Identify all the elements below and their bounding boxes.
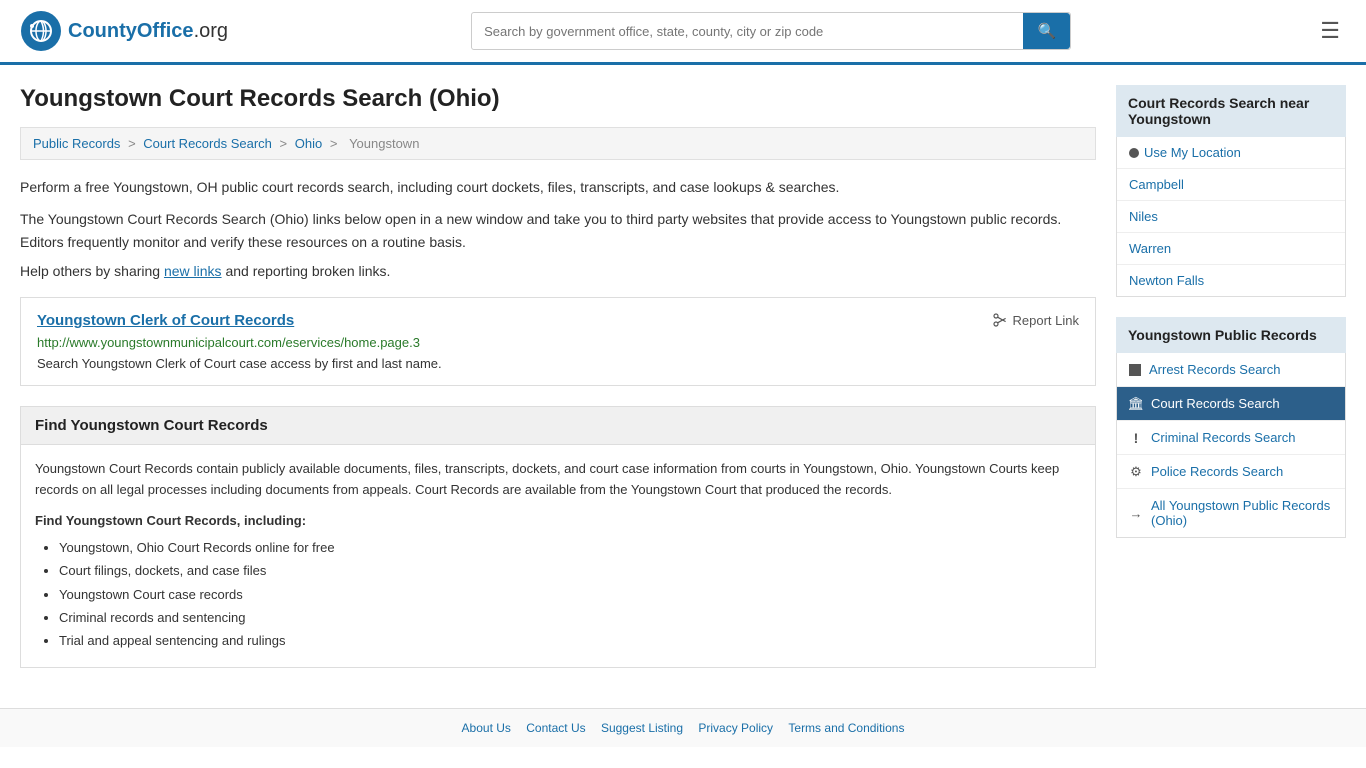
arrest-records-item[interactable]: Arrest Records Search: [1117, 353, 1345, 387]
arrow-icon: →: [1129, 506, 1143, 520]
new-links-link[interactable]: new links: [164, 263, 222, 279]
clerk-description: Search Youngstown Clerk of Court case ac…: [37, 356, 1079, 371]
breadcrumb-sep1: >: [128, 136, 139, 151]
newton-falls-link[interactable]: Newton Falls: [1129, 273, 1204, 288]
nearby-list: Use My Location Campbell Niles Warren Ne…: [1116, 137, 1346, 297]
public-records-title: Youngstown Public Records: [1116, 317, 1346, 353]
find-list: Youngstown, Ohio Court Records online fo…: [35, 536, 1081, 653]
use-location-link[interactable]: Use My Location: [1144, 145, 1241, 160]
nearby-city-newton-falls: Newton Falls: [1117, 265, 1345, 296]
breadcrumb-youngstown: Youngstown: [349, 136, 419, 151]
link-card-header: Youngstown Clerk of Court Records Report…: [37, 312, 1079, 329]
logo-text[interactable]: CountyOffice.org: [68, 20, 228, 43]
police-records-item[interactable]: ⚙ Police Records Search: [1117, 455, 1345, 489]
hamburger-menu-icon[interactable]: ☰: [1314, 12, 1346, 50]
find-including-header: Find Youngstown Court Records, including…: [35, 513, 1081, 528]
header: CountyOffice.org 🔍 ☰: [0, 0, 1366, 65]
footer-contact[interactable]: Contact Us: [526, 721, 585, 735]
list-item: Youngstown Court case records: [59, 583, 1081, 606]
campbell-link[interactable]: Campbell: [1129, 177, 1184, 192]
find-section: Find Youngstown Court Records Youngstown…: [20, 406, 1096, 668]
nearby-title: Court Records Search near Youngstown: [1116, 85, 1346, 137]
search-input[interactable]: [472, 16, 1023, 47]
breadcrumb-ohio[interactable]: Ohio: [295, 136, 322, 151]
public-records-list: Arrest Records Search 🏛 Court Records Se…: [1116, 353, 1346, 538]
breadcrumb-sep2: >: [280, 136, 291, 151]
logo-icon: [20, 10, 62, 52]
gear-icon: ⚙: [1129, 465, 1143, 479]
criminal-records-item[interactable]: ! Criminal Records Search: [1117, 421, 1345, 455]
niles-link[interactable]: Niles: [1129, 209, 1158, 224]
breadcrumb-court-records-search[interactable]: Court Records Search: [143, 136, 272, 151]
nearby-section: Court Records Search near Youngstown Use…: [1116, 85, 1346, 297]
intro-text: Perform a free Youngstown, OH public cou…: [20, 176, 1096, 198]
building-icon: 🏛: [1129, 397, 1143, 411]
list-item: Youngstown, Ohio Court Records online fo…: [59, 536, 1081, 559]
breadcrumb-public-records[interactable]: Public Records: [33, 136, 120, 151]
nearby-city-niles: Niles: [1117, 201, 1345, 233]
main-container: Youngstown Court Records Search (Ohio) P…: [0, 65, 1366, 708]
public-records-section: Youngstown Public Records Arrest Records…: [1116, 317, 1346, 538]
content-area: Youngstown Court Records Search (Ohio) P…: [20, 85, 1096, 688]
all-public-records-item[interactable]: → All Youngstown Public Records (Ohio): [1117, 489, 1345, 537]
warren-link[interactable]: Warren: [1129, 241, 1171, 256]
search-input-wrapper: 🔍: [471, 12, 1071, 50]
square-icon: [1129, 364, 1141, 376]
footer-suggest[interactable]: Suggest Listing: [601, 721, 683, 735]
footer-privacy[interactable]: Privacy Policy: [698, 721, 773, 735]
search-icon: 🔍: [1037, 23, 1056, 40]
criminal-records-link[interactable]: Criminal Records Search: [1151, 430, 1296, 445]
third-party-text: The Youngstown Court Records Search (Ohi…: [20, 208, 1096, 253]
sidebar: Court Records Search near Youngstown Use…: [1116, 85, 1346, 688]
clerk-url[interactable]: http://www.youngstownmunicipalcourt.com/…: [37, 335, 1079, 350]
report-link-label: Report Link: [1013, 313, 1079, 328]
exclamation-icon: !: [1129, 431, 1143, 445]
page-title: Youngstown Court Records Search (Ohio): [20, 85, 1096, 113]
nearby-city-campbell: Campbell: [1117, 169, 1345, 201]
list-item: Court filings, dockets, and case files: [59, 559, 1081, 582]
court-records-link[interactable]: Court Records Search: [1151, 396, 1280, 411]
footer: About Us Contact Us Suggest Listing Priv…: [0, 708, 1366, 747]
list-item: Criminal records and sentencing: [59, 606, 1081, 629]
breadcrumb: Public Records > Court Records Search > …: [20, 127, 1096, 160]
find-header: Find Youngstown Court Records: [21, 407, 1095, 445]
footer-terms[interactable]: Terms and Conditions: [788, 721, 904, 735]
link-card: Youngstown Clerk of Court Records Report…: [20, 297, 1096, 386]
search-area: 🔍: [471, 12, 1071, 50]
help-text: Help others by sharing new links and rep…: [20, 263, 1096, 279]
scissor-icon: [992, 312, 1008, 328]
logo-area: CountyOffice.org: [20, 10, 228, 52]
nearby-city-warren: Warren: [1117, 233, 1345, 265]
all-public-records-link[interactable]: All Youngstown Public Records (Ohio): [1151, 498, 1333, 528]
breadcrumb-sep3: >: [330, 136, 341, 151]
list-item: Trial and appeal sentencing and rulings: [59, 629, 1081, 652]
find-description: Youngstown Court Records contain publicl…: [35, 459, 1081, 501]
arrest-records-link[interactable]: Arrest Records Search: [1149, 362, 1281, 377]
report-link-button[interactable]: Report Link: [992, 312, 1079, 328]
location-dot-icon: [1129, 148, 1139, 158]
police-records-link[interactable]: Police Records Search: [1151, 464, 1283, 479]
clerk-of-court-link[interactable]: Youngstown Clerk of Court Records: [37, 312, 294, 329]
search-button[interactable]: 🔍: [1023, 13, 1070, 49]
find-body: Youngstown Court Records contain publicl…: [21, 445, 1095, 667]
court-records-item-active[interactable]: 🏛 Court Records Search: [1117, 387, 1345, 421]
use-my-location[interactable]: Use My Location: [1117, 137, 1345, 169]
footer-about[interactable]: About Us: [462, 721, 511, 735]
